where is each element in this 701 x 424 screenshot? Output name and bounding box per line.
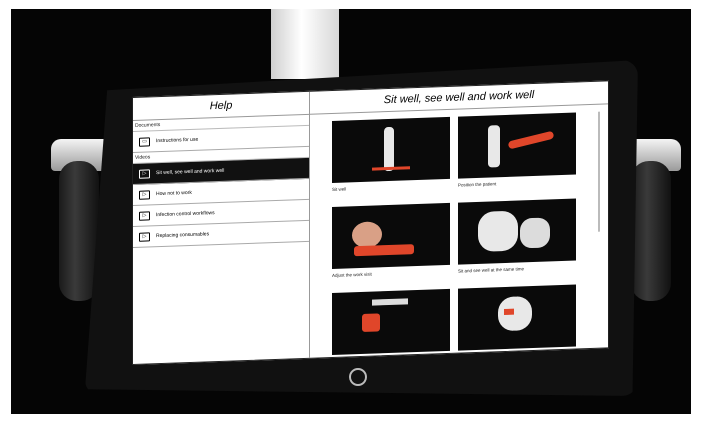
play-icon: ▷ bbox=[139, 189, 150, 200]
video-card[interactable]: Sit and see well at the same time bbox=[458, 198, 576, 274]
play-icon: ▷ bbox=[139, 168, 150, 179]
video-label: Sit well, see well and work well bbox=[156, 167, 225, 177]
video-label: How not to work bbox=[156, 189, 192, 198]
video-caption: Sit well bbox=[332, 186, 347, 193]
help-sidebar: Help Documents ▭ Instructions for use Vi… bbox=[133, 91, 310, 364]
video-thumbnail[interactable] bbox=[458, 112, 576, 179]
mount-pole bbox=[271, 9, 339, 79]
video-card[interactable] bbox=[458, 284, 576, 354]
video-pane: Sit well, see well and work well Sit wel… bbox=[310, 81, 608, 357]
video-grid: Sit well Position the patient Adjust the… bbox=[332, 112, 587, 356]
video-caption: Sit and see well at the same time bbox=[458, 266, 525, 274]
video-thumbnail[interactable] bbox=[458, 284, 576, 351]
doc-label: Instructions for use bbox=[156, 136, 199, 145]
video-thumbnail[interactable] bbox=[332, 202, 450, 270]
video-card[interactable]: Position the patient bbox=[458, 112, 576, 188]
video-thumbnail[interactable] bbox=[332, 288, 450, 356]
tablet-screen: Help Documents ▭ Instructions for use Vi… bbox=[132, 80, 609, 365]
video-thumbnail[interactable] bbox=[458, 198, 576, 265]
book-icon: ▭ bbox=[139, 136, 150, 147]
video-caption: Adjust the work visit bbox=[332, 271, 372, 279]
scrollbar[interactable] bbox=[598, 111, 600, 232]
video-label: Replacing consumables bbox=[156, 231, 210, 240]
video-thumbnail[interactable] bbox=[332, 116, 450, 184]
home-button[interactable] bbox=[349, 368, 367, 386]
play-icon: ▷ bbox=[139, 231, 150, 242]
video-card[interactable]: Sit well bbox=[332, 116, 450, 193]
video-label: Infection control workflows bbox=[156, 210, 215, 219]
play-icon: ▷ bbox=[139, 210, 150, 221]
video-card[interactable] bbox=[332, 288, 450, 359]
video-card[interactable]: Adjust the work visit bbox=[332, 202, 450, 279]
video-caption: Position the patient bbox=[458, 181, 497, 188]
